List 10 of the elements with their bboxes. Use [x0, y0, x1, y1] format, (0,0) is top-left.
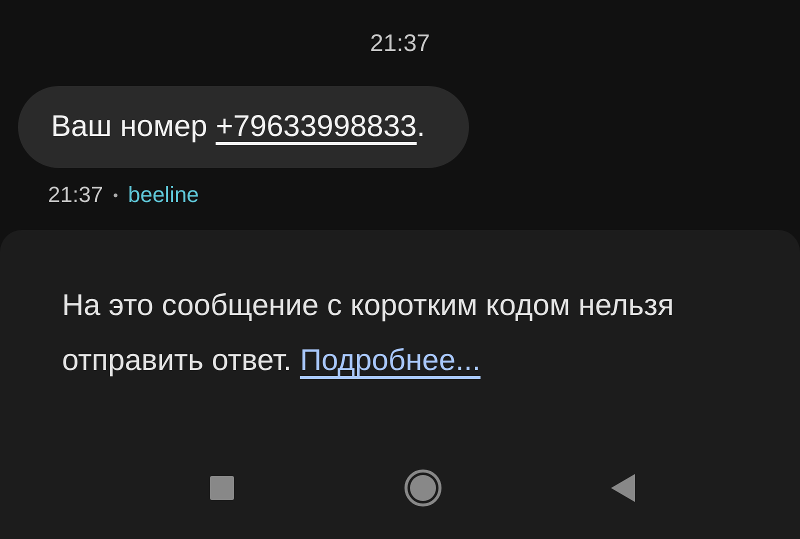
phone-link[interactable]: +79633998833	[216, 110, 417, 143]
back-button[interactable]	[611, 474, 635, 502]
separator: •	[113, 187, 118, 203]
reply-notice: На это сообщение с коротким кодом нельзя отправить ответ. Подробнее...	[62, 288, 675, 379]
timestamp: 21:37	[370, 30, 430, 58]
message-bubble: Ваш номер +79633998833.	[18, 86, 470, 168]
message-time: 21:37	[48, 182, 104, 208]
home-button[interactable]	[404, 469, 442, 507]
sender-name: beeline	[128, 182, 199, 208]
more-link[interactable]: Подробнее...	[300, 344, 481, 377]
